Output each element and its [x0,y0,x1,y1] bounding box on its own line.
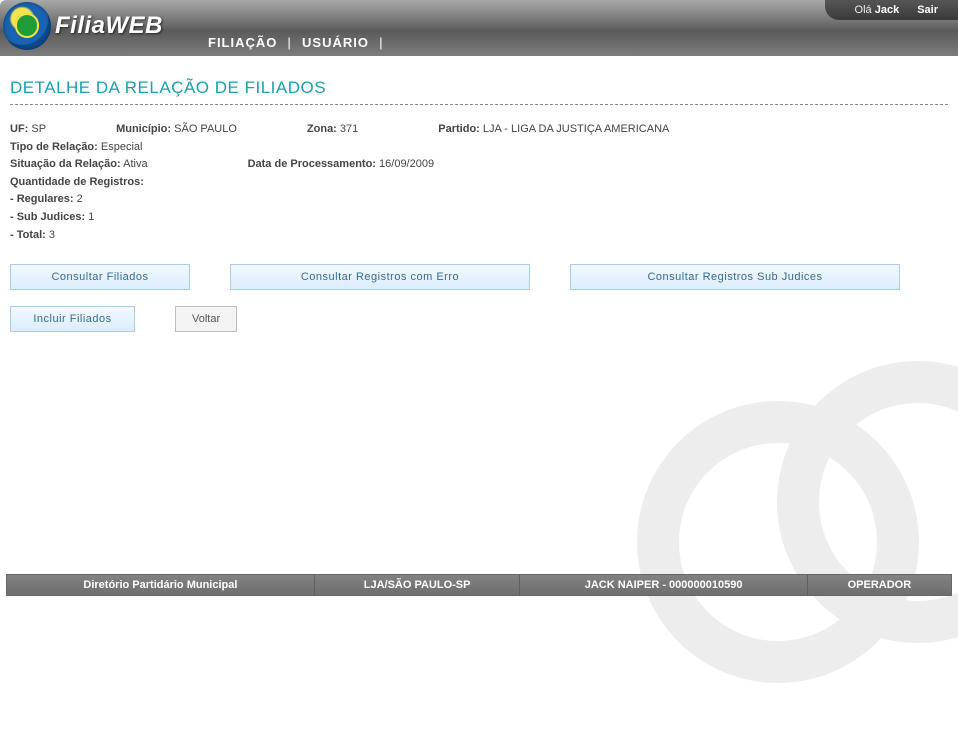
regulares-value: 2 [77,193,83,205]
consultar-filiados-button[interactable]: Consultar Filiados [10,264,190,290]
brand: FiliaWEB [3,2,163,50]
user-bar: Olá Jack Sair [825,0,958,20]
background-rings-icon [628,312,958,732]
footer-role: OPERADOR [808,575,951,595]
situacao-value: Ativa [123,158,147,170]
footer-bar: Diretório Partidário Municipal LJA/SÃO P… [6,574,952,596]
field-uf: UF: SP [10,121,46,139]
nav-filiacao[interactable]: FILIAÇÃO [200,35,285,50]
subjudices-label: - Sub Judices: [10,211,85,223]
partido-value: LJA - LIGA DA JUSTIÇA AMERICANA [483,123,669,135]
app-header: FiliaWEB FILIAÇÃO | USUÁRIO | Olá Jack S… [0,0,958,56]
brand-title: FiliaWEB [55,12,163,40]
field-partido: Partido: LJA - LIGA DA JUSTIÇA AMERICANA [438,121,669,139]
uf-label: UF: [10,123,28,135]
tipo-relacao-value: Especial [101,141,143,153]
regulares-label: - Regulares: [10,193,74,205]
footer-directory: Diretório Partidário Municipal [7,575,315,595]
button-row-primary: Consultar Filiados Consultar Registros c… [0,244,958,298]
field-tipo-relacao: Tipo de Relação: Especial [10,139,142,157]
logout-link[interactable]: Sair [917,4,938,16]
data-proc-value: 16/09/2009 [379,158,434,170]
title-divider [10,104,948,105]
subjudices-value: 1 [88,211,94,223]
total-label: - Total: [10,229,46,241]
voltar-button[interactable]: Voltar [175,306,237,332]
qtd-label: Quantidade de Registros: [10,176,144,188]
municipio-value: SÃO PAULO [174,123,237,135]
footer-party-location: LJA/SÃO PAULO-SP [315,575,521,595]
nav-separator-icon: | [285,35,294,50]
field-situacao: Situação da Relação: Ativa [10,156,148,174]
field-qtd-registros: Quantidade de Registros: [10,174,144,192]
greeting-username: Jack [875,4,899,16]
consultar-registros-subjudices-button[interactable]: Consultar Registros Sub Judices [570,264,900,290]
uf-value: SP [31,123,46,135]
brand-logo-icon [3,2,51,50]
zona-label: Zona: [307,123,337,135]
field-zona: Zona: 371 [307,121,358,139]
field-municipio: Município: SÃO PAULO [116,121,237,139]
nav-separator-icon: | [377,35,386,50]
page-title-wrap: DETALHE DA RELAÇÃO DE FILIADOS [0,56,958,121]
partido-label: Partido: [438,123,480,135]
greeting-prefix: Olá [855,4,875,16]
municipio-label: Município: [116,123,171,135]
footer-user-id: JACK NAIPER - 000000010590 [520,575,807,595]
zona-value: 371 [340,123,358,135]
nav-usuario[interactable]: USUÁRIO [294,35,377,50]
data-proc-label: Data de Processamento: [248,158,376,170]
page-title: DETALHE DA RELAÇÃO DE FILIADOS [10,78,948,98]
field-data-proc: Data de Processamento: 16/09/2009 [248,156,435,174]
total-value: 3 [49,229,55,241]
consultar-registros-erro-button[interactable]: Consultar Registros com Erro [230,264,530,290]
incluir-filiados-button[interactable]: Incluir Filiados [10,306,135,332]
tipo-relacao-label: Tipo de Relação: [10,141,98,153]
details-block: UF: SP Município: SÃO PAULO Zona: 371 Pa… [0,121,958,244]
situacao-label: Situação da Relação: [10,158,121,170]
button-row-secondary: Incluir Filiados Voltar [0,298,958,340]
greeting: Olá Jack [855,4,900,16]
main-nav: FILIAÇÃO | USUÁRIO | [200,35,386,50]
